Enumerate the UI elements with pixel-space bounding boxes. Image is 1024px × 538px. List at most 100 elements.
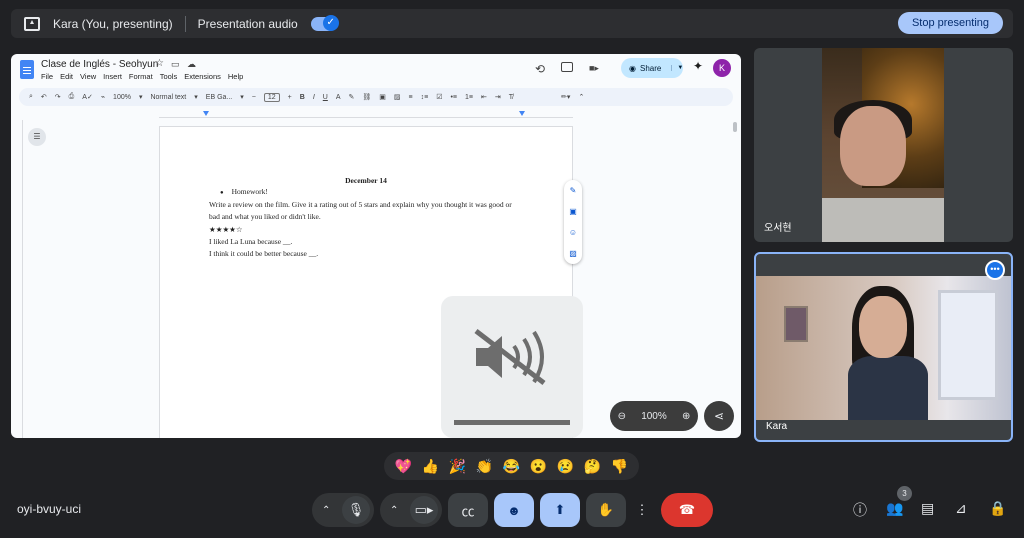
clapping-reaction[interactable]: 👏 [476, 458, 493, 475]
zoom-in-icon[interactable]: ⊕ [682, 411, 690, 422]
stop-presenting-button[interactable]: Stop presenting [898, 12, 1003, 34]
emoji-button[interactable]: ☻ [494, 493, 534, 527]
emoji-icon: ☻ [507, 502, 521, 518]
more-options-button[interactable]: ⋮ [630, 493, 654, 527]
emoji-reaction-icon[interactable]: ☺ [569, 228, 577, 237]
avatar[interactable]: K [713, 59, 731, 77]
menu-insert[interactable]: Insert [103, 72, 122, 81]
italic-icon[interactable]: I [313, 94, 315, 101]
increase-indent-icon[interactable]: ⇥ [495, 93, 501, 101]
bulleted-list-icon[interactable]: •≡ [450, 94, 457, 101]
more-vert-icon: ⋮ [635, 502, 649, 517]
sparkling-heart-reaction[interactable]: 💖 [395, 458, 412, 475]
surprised-reaction[interactable]: 😮 [530, 458, 547, 475]
decrease-font-icon[interactable]: − [252, 94, 256, 101]
raise-hand-button[interactable]: ✋ [586, 493, 626, 527]
chat-icon[interactable]: ▤ [921, 500, 934, 517]
increase-font-icon[interactable]: + [288, 94, 292, 101]
sad-reaction[interactable]: 😢 [557, 458, 574, 475]
doc-title[interactable]: Clase de Inglés - Seohyun [41, 59, 158, 70]
thumbs-down-reaction[interactable]: 👎 [611, 458, 628, 475]
more-options-icon[interactable]: ••• [985, 260, 1005, 280]
star-icon[interactable]: ☆ [155, 58, 164, 69]
document-outline-icon[interactable]: ☰ [28, 128, 46, 146]
audio-level-bar [454, 420, 570, 425]
participant-tile[interactable]: 오서현 [754, 48, 1013, 242]
present-button[interactable]: ⬆ [540, 493, 580, 527]
activities-icon[interactable]: ⊿ [955, 500, 967, 517]
menu-edit[interactable]: Edit [60, 72, 73, 81]
menu-format[interactable]: Format [129, 72, 153, 81]
docs-share-button[interactable]: ◉ Share ▼ [621, 58, 683, 78]
font-select[interactable]: EB Ga... [206, 94, 232, 101]
meeting-info-icon[interactable]: ⓘ [853, 500, 867, 520]
collapse-toolbar-icon[interactable]: ⌃ [578, 93, 584, 101]
meet-camera-icon[interactable]: ■▸ [589, 63, 599, 74]
menu-file[interactable]: File [41, 72, 53, 81]
menu-view[interactable]: View [80, 72, 96, 81]
bold-icon[interactable]: B [300, 94, 305, 101]
indent-marker[interactable] [203, 111, 209, 116]
thumbs-up-reaction[interactable]: 👍 [422, 458, 439, 475]
menu-tools[interactable]: Tools [160, 72, 178, 81]
font-size-input[interactable]: 12 [263, 92, 280, 102]
search-icon[interactable]: ⌕ [29, 93, 33, 101]
checklist-icon[interactable]: ☑ [436, 93, 442, 101]
edit-pen-icon[interactable]: ✎ [570, 186, 577, 195]
gemini-icon[interactable]: ✦ [693, 59, 703, 73]
redo-icon[interactable]: ↷ [55, 93, 61, 101]
indent-marker[interactable] [519, 111, 525, 116]
text-color-icon[interactable]: A [336, 94, 341, 101]
image-icon[interactable]: ▨ [394, 93, 401, 101]
line-spacing-icon[interactable]: ↕≡ [421, 94, 429, 101]
zoom-select[interactable]: 100% [113, 94, 131, 101]
microphone-icon[interactable]: 🎙 [342, 496, 370, 524]
doc-rating-stars: ★★★★☆ [209, 224, 243, 234]
thinking-reaction[interactable]: 🤔 [584, 458, 601, 475]
camera-control: ⌃ ▭▸ [380, 493, 442, 527]
clear-formatting-icon[interactable]: T̸ [509, 94, 513, 101]
decrease-indent-icon[interactable]: ⇤ [481, 93, 487, 101]
version-history-icon[interactable]: ⟲ [535, 62, 545, 76]
leave-call-button[interactable]: ☎ [661, 493, 713, 527]
underline-icon[interactable]: U [323, 94, 328, 101]
captions-button[interactable]: ㏄ [448, 493, 488, 527]
doc-bullet-item: Homework! [220, 187, 268, 196]
participant-name: 오서현 [764, 223, 792, 234]
comment-icon[interactable]: ▣ [379, 93, 386, 101]
add-comment-icon[interactable]: ▣ [569, 207, 577, 216]
presentation-audio-toggle[interactable]: ✓ [310, 14, 339, 31]
zoom-out-icon[interactable]: ⊖ [618, 411, 626, 422]
chevron-up-icon[interactable]: ⌃ [390, 505, 398, 516]
print-icon[interactable]: ⎙ [69, 93, 75, 101]
host-controls-icon[interactable]: 🔒 [989, 500, 1006, 517]
camera-icon[interactable]: ▭▸ [410, 496, 438, 524]
suggest-edit-icon[interactable]: ▨ [569, 249, 577, 258]
menu-extensions[interactable]: Extensions [184, 72, 221, 81]
share-icon[interactable]: ⋖ [704, 401, 734, 431]
editing-mode-icon[interactable]: ✏▾ [561, 93, 570, 101]
party-popper-reaction[interactable]: 🎉 [449, 458, 466, 475]
scrollbar[interactable] [733, 122, 737, 132]
spellcheck-icon[interactable]: A✓ [82, 93, 93, 101]
folder-icon[interactable]: ▭ [171, 59, 180, 70]
undo-icon[interactable]: ↶ [41, 93, 47, 101]
laughing-reaction[interactable]: 😂 [503, 458, 520, 475]
cloud-icon[interactable]: ☁ [187, 59, 196, 70]
docs-logo-icon [20, 60, 34, 79]
chevron-up-icon[interactable]: ⌃ [322, 505, 330, 516]
menu-help[interactable]: Help [228, 72, 243, 81]
participant-video [756, 276, 1011, 420]
highlight-icon[interactable]: ✎ [349, 93, 355, 101]
align-icon[interactable]: ≡ [409, 94, 413, 101]
people-icon[interactable]: 👥 [886, 500, 903, 517]
chevron-down-icon[interactable]: ▼ [671, 65, 683, 71]
participant-tile-self[interactable]: ••• Kara [754, 252, 1013, 442]
video-person [848, 356, 928, 420]
style-select[interactable]: Normal text [150, 94, 186, 101]
presentation-audio-label: Presentation audio [197, 16, 298, 31]
numbered-list-icon[interactable]: 1≡ [465, 94, 473, 101]
paint-format-icon[interactable]: ⌁ [101, 93, 105, 101]
comments-icon[interactable] [561, 62, 573, 72]
link-icon[interactable]: ⛓ [362, 93, 371, 101]
